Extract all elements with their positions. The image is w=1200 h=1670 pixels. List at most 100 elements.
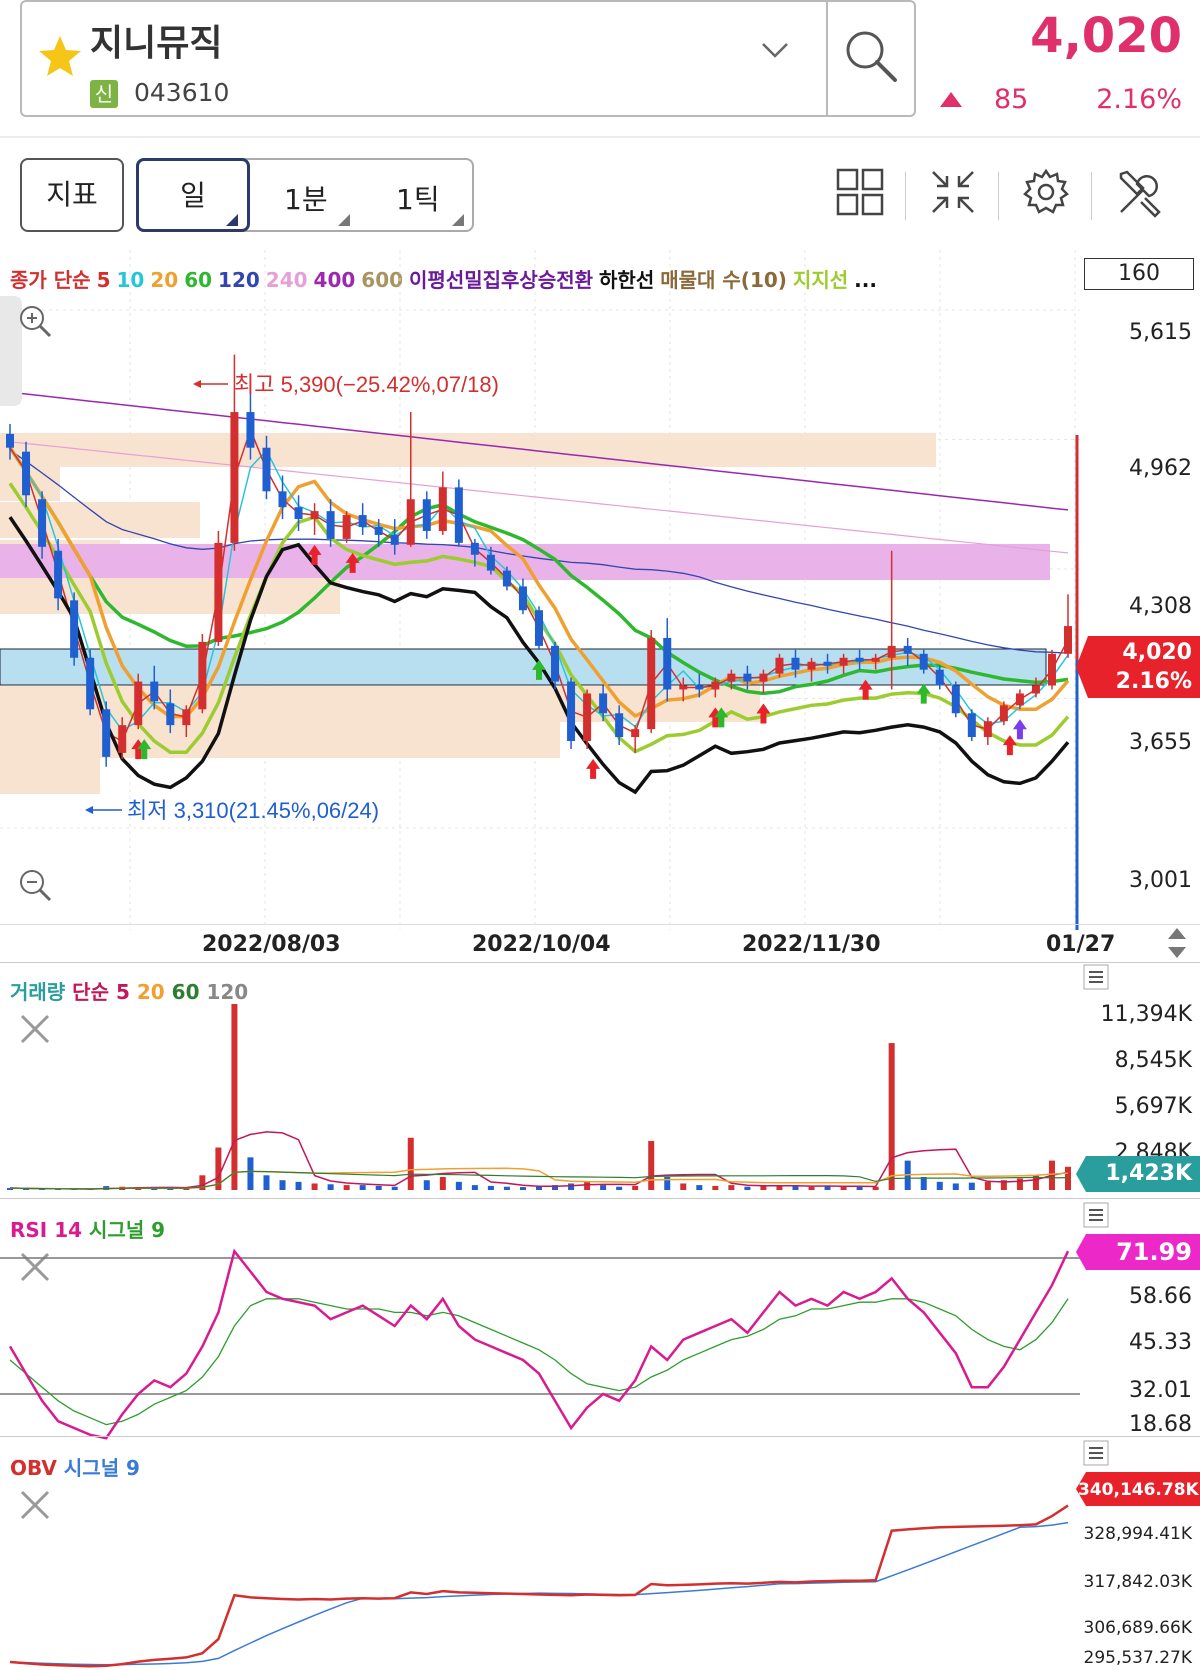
resize-arrows-icon[interactable] — [1166, 926, 1188, 960]
divider — [0, 924, 1200, 925]
candle — [134, 681, 143, 726]
volume-bar — [568, 1183, 575, 1190]
candle — [855, 657, 864, 662]
volume-bar — [632, 1185, 639, 1190]
candle — [1064, 626, 1072, 654]
candle — [342, 515, 351, 539]
divider — [905, 172, 906, 220]
candle — [695, 685, 704, 690]
candle — [711, 681, 720, 690]
candle — [599, 693, 608, 714]
volume-profile-band — [0, 433, 936, 467]
obv-chart[interactable] — [0, 1470, 1080, 1670]
candle — [583, 693, 592, 742]
signal-arrow-icon — [586, 758, 601, 779]
candle — [406, 499, 415, 545]
volume-bar — [439, 1176, 446, 1190]
candle — [70, 600, 79, 658]
current-price: 4,020 — [1030, 8, 1182, 64]
layout-grid-icon[interactable] — [836, 168, 884, 216]
period-1min-button[interactable]: 1분 — [284, 178, 328, 218]
indicator-button[interactable]: 지표 — [20, 158, 124, 232]
candle — [839, 657, 848, 666]
volume-profile-band — [0, 502, 200, 538]
volume-chart[interactable] — [0, 990, 1080, 1200]
price-axis-label: 4,962 — [1129, 456, 1192, 481]
rsi-current-tag: 71.99 — [1116, 1238, 1192, 1266]
candle — [1047, 653, 1056, 686]
rsi-chart[interactable] — [0, 1230, 1080, 1440]
corner-triangle-icon — [226, 214, 238, 226]
candle — [727, 673, 736, 682]
candle — [903, 645, 912, 654]
corner-triangle-icon — [452, 214, 464, 226]
date-label: 2022/08/03 — [202, 932, 341, 957]
candle — [230, 412, 239, 543]
obv-current-tag: 340,146.78K — [1078, 1480, 1199, 1500]
obv-axis-label: 306,689.66K — [1083, 1618, 1192, 1638]
price-axis-label: 5,615 — [1129, 320, 1192, 345]
candle — [615, 713, 624, 738]
collapse-icon[interactable] — [929, 168, 977, 216]
new-listing-badge: 신 — [90, 80, 118, 108]
volume-bar — [295, 1181, 302, 1190]
divider — [0, 1198, 1200, 1199]
gear-icon[interactable] — [1022, 168, 1070, 216]
divider — [0, 1436, 1200, 1437]
candle — [470, 542, 479, 555]
high-annotation: 최고 5,390(−25.42%,07/18) — [234, 372, 499, 397]
search-icon[interactable] — [843, 28, 899, 84]
rsi-axis-label: 58.66 — [1129, 1284, 1192, 1309]
menu-icon[interactable] — [1083, 1202, 1109, 1228]
candle — [663, 637, 672, 690]
obv-axis-label: 328,994.41K — [1083, 1524, 1192, 1544]
volume-profile-band — [0, 758, 100, 794]
volume-profile-band — [0, 722, 560, 758]
obv-line — [9, 1504, 1069, 1668]
zoom-in-icon[interactable] — [18, 304, 52, 338]
candle — [518, 586, 527, 611]
candle — [246, 412, 255, 448]
volume-axis-label: 11,394K — [1100, 1002, 1192, 1027]
candle — [823, 661, 832, 666]
candle — [759, 673, 768, 682]
favorite-star-icon[interactable] — [38, 34, 82, 78]
candle — [86, 657, 95, 710]
candle — [871, 657, 880, 662]
volume-bar — [503, 1186, 510, 1190]
obv-axis-label: 295,537.27K — [1083, 1648, 1192, 1668]
volume-bar — [231, 1004, 238, 1190]
period-1tick-button[interactable]: 1틱 — [396, 178, 440, 218]
candle — [22, 451, 31, 496]
volume-bar — [279, 1180, 286, 1190]
candle — [967, 713, 976, 738]
corner-triangle-icon — [338, 214, 350, 226]
rsi-axis-label: 45.33 — [1129, 1330, 1192, 1355]
volume-bar — [327, 1184, 334, 1190]
zoom-out-icon[interactable] — [18, 868, 52, 902]
candle — [166, 703, 175, 726]
menu-icon[interactable] — [1083, 964, 1109, 990]
divider — [826, 0, 828, 117]
volume-bar — [984, 1181, 991, 1190]
divider — [0, 962, 1200, 963]
chevron-down-icon[interactable] — [760, 40, 790, 60]
candle — [743, 673, 752, 682]
candle — [486, 554, 495, 571]
menu-icon[interactable] — [1083, 1440, 1109, 1466]
candle — [54, 550, 63, 599]
candle — [310, 511, 319, 520]
volume-bar — [728, 1185, 735, 1190]
zoom-value-box[interactable]: 160 — [1084, 258, 1194, 290]
stock-name: 지니뮤직 — [90, 23, 223, 64]
volume-bar — [1065, 1166, 1071, 1190]
candle — [262, 447, 271, 492]
current-price-tag-value: 4,020 — [1122, 640, 1192, 665]
candle — [390, 534, 399, 545]
candle — [999, 705, 1008, 722]
price-chart[interactable]: 최고 5,390(−25.42%,07/18) 최저 3,310(21.45%,… — [0, 250, 1080, 930]
divider — [998, 172, 999, 220]
candle — [294, 507, 303, 520]
tools-icon[interactable] — [1115, 168, 1165, 218]
volume-bar — [455, 1181, 462, 1190]
